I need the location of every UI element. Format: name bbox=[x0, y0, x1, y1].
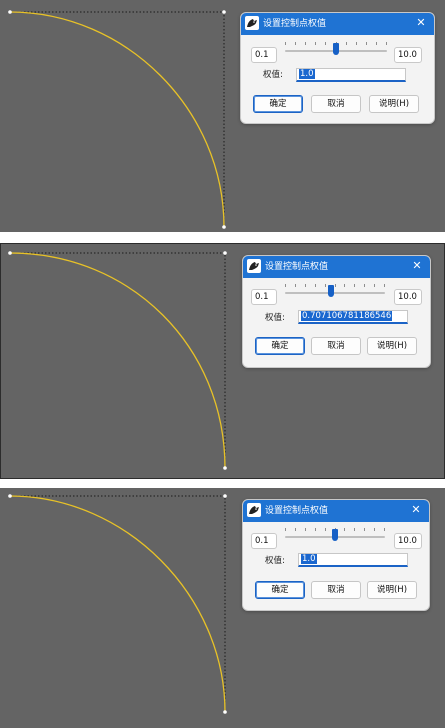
slider-tick bbox=[315, 42, 316, 45]
weight-slider[interactable] bbox=[285, 527, 385, 545]
control-point[interactable] bbox=[223, 251, 227, 255]
slider-tick bbox=[295, 284, 296, 287]
help-button[interactable]: 说明(H) bbox=[369, 95, 419, 113]
weight-dialog: 设置控制点权值 ✕ 0.1 10.0 权值: 0.707106781186546… bbox=[242, 255, 431, 368]
cancel-button[interactable]: 取消 bbox=[311, 337, 361, 355]
curve[interactable] bbox=[9, 252, 226, 469]
weight-slider[interactable] bbox=[285, 283, 385, 301]
slider-tick bbox=[295, 528, 296, 531]
slider-tick bbox=[305, 284, 306, 287]
slider-tick bbox=[364, 528, 365, 531]
ok-button[interactable]: 确定 bbox=[253, 95, 303, 113]
viewport-panel-3: 设置控制点权值 ✕ 0.1 10.0 权值: 1.0 确定 取消 说明(H) bbox=[0, 488, 445, 728]
curve[interactable] bbox=[9, 495, 226, 713]
close-icon[interactable]: ✕ bbox=[414, 16, 428, 30]
slider-tick bbox=[305, 528, 306, 531]
slider-thumb[interactable] bbox=[332, 529, 338, 541]
slider-ticks bbox=[285, 284, 385, 288]
weight-input-value: 1.0 bbox=[299, 69, 315, 79]
slider-tick bbox=[325, 528, 326, 531]
control-polygon bbox=[10, 495, 226, 712]
slider-tick bbox=[335, 284, 336, 287]
viewport-panel-1: 设置控制点权值 ✕ 0.1 10.0 权值: 1.0 确定 取消 说明(H) bbox=[0, 0, 445, 232]
weight-label: 权值: bbox=[265, 313, 285, 323]
slider-tick bbox=[384, 284, 385, 287]
slider-tick bbox=[285, 528, 286, 531]
weight-input[interactable]: 1.0 bbox=[298, 553, 408, 567]
title-bar: 设置控制点权值 ✕ bbox=[243, 500, 429, 522]
control-polygon bbox=[10, 252, 226, 468]
cancel-button[interactable]: 取消 bbox=[311, 95, 361, 113]
weight-dialog: 设置控制点权值 ✕ 0.1 10.0 权值: 1.0 确定 取消 说明(H) bbox=[242, 499, 430, 611]
weight-input-value: 0.707106781186546 bbox=[301, 311, 393, 321]
slider-thumb[interactable] bbox=[333, 43, 339, 55]
slider-tick bbox=[285, 42, 286, 45]
weight-input[interactable]: 0.707106781186546 bbox=[298, 310, 408, 324]
slider-tick bbox=[374, 284, 375, 287]
title-bar: 设置控制点权值 ✕ bbox=[241, 13, 434, 35]
slider-tick bbox=[356, 42, 357, 45]
ok-button[interactable]: 确定 bbox=[255, 581, 305, 599]
weight-slider[interactable] bbox=[285, 41, 387, 59]
help-button[interactable]: 说明(H) bbox=[367, 581, 417, 599]
weight-input[interactable]: 1.0 bbox=[296, 68, 406, 82]
control-polygon bbox=[10, 11, 225, 227]
slider-tick bbox=[384, 528, 385, 531]
close-icon[interactable]: ✕ bbox=[409, 503, 423, 517]
slider-tick bbox=[364, 284, 365, 287]
min-value[interactable]: 0.1 bbox=[251, 289, 277, 305]
slider-tick bbox=[295, 42, 296, 45]
dialog-title: 设置控制点权值 bbox=[263, 19, 327, 29]
max-value[interactable]: 10.0 bbox=[394, 47, 422, 63]
slider-tick bbox=[315, 284, 316, 287]
slider-tick bbox=[354, 528, 355, 531]
slider-tick bbox=[344, 528, 345, 531]
control-point[interactable] bbox=[222, 225, 226, 229]
ok-button[interactable]: 确定 bbox=[255, 337, 305, 355]
max-value[interactable]: 10.0 bbox=[394, 289, 422, 305]
cancel-button[interactable]: 取消 bbox=[311, 581, 361, 599]
control-point[interactable] bbox=[223, 494, 227, 498]
slider-track[interactable] bbox=[285, 292, 385, 294]
dialog-title: 设置控制点权值 bbox=[265, 506, 329, 516]
weight-input-value: 1.0 bbox=[301, 554, 317, 564]
min-value[interactable]: 0.1 bbox=[251, 533, 277, 549]
slider-tick bbox=[325, 284, 326, 287]
rhino-icon bbox=[247, 259, 261, 273]
slider-tick bbox=[344, 284, 345, 287]
control-point[interactable] bbox=[8, 494, 12, 498]
slider-tick bbox=[366, 42, 367, 45]
weight-label: 权值: bbox=[265, 556, 285, 566]
title-bar: 设置控制点权值 ✕ bbox=[243, 256, 430, 278]
curve[interactable] bbox=[9, 11, 225, 228]
control-point[interactable] bbox=[8, 10, 12, 14]
slider-tick bbox=[305, 42, 306, 45]
viewport-panel-2: 设置控制点权值 ✕ 0.1 10.0 权值: 0.707106781186546… bbox=[0, 243, 445, 479]
min-value[interactable]: 0.1 bbox=[251, 47, 277, 63]
control-point[interactable] bbox=[223, 710, 227, 714]
close-icon[interactable]: ✕ bbox=[410, 259, 424, 273]
control-point[interactable] bbox=[223, 466, 227, 470]
slider-thumb[interactable] bbox=[328, 285, 334, 297]
control-point[interactable] bbox=[8, 251, 12, 255]
slider-tick bbox=[315, 528, 316, 531]
rhino-icon bbox=[245, 16, 259, 30]
slider-tick bbox=[325, 42, 326, 45]
slider-tick bbox=[374, 528, 375, 531]
slider-tick bbox=[354, 284, 355, 287]
slider-tick bbox=[285, 284, 286, 287]
weight-label: 权值: bbox=[263, 70, 283, 80]
max-value[interactable]: 10.0 bbox=[394, 533, 422, 549]
dialog-title: 设置控制点权值 bbox=[265, 262, 329, 272]
help-button[interactable]: 说明(H) bbox=[367, 337, 417, 355]
weight-dialog: 设置控制点权值 ✕ 0.1 10.0 权值: 1.0 确定 取消 说明(H) bbox=[240, 12, 435, 124]
slider-tick bbox=[386, 42, 387, 45]
slider-tick bbox=[376, 42, 377, 45]
rhino-icon bbox=[247, 503, 261, 517]
slider-tick bbox=[346, 42, 347, 45]
control-point[interactable] bbox=[222, 10, 226, 14]
